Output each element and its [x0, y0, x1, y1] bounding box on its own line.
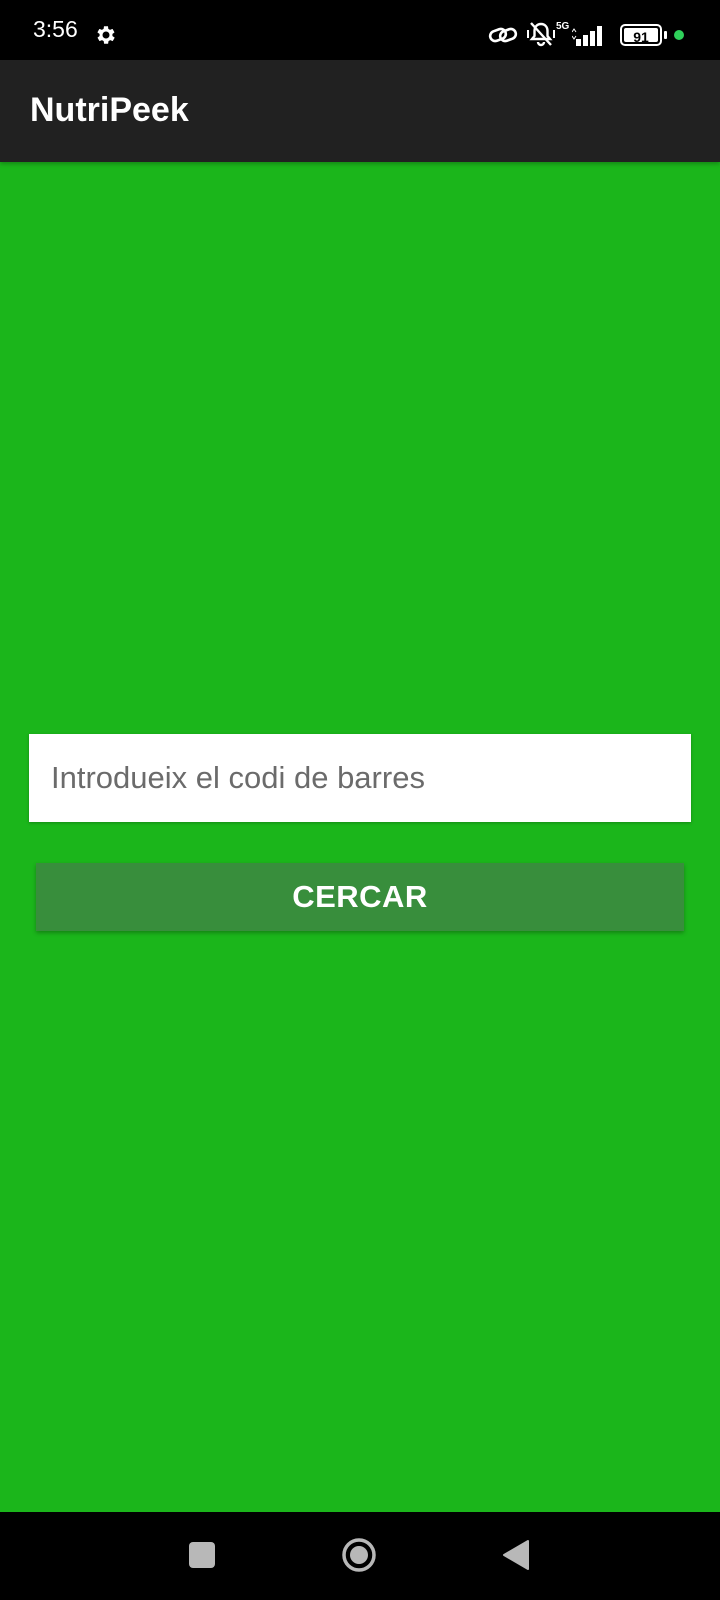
- app-title: NutriPeek: [30, 91, 189, 129]
- battery-icon: 91: [620, 24, 662, 46]
- search-button[interactable]: CERCAR: [36, 863, 684, 931]
- battery-level: 91: [633, 29, 649, 45]
- network-type-label: 5G: [556, 21, 570, 32]
- signal-icon: [572, 26, 602, 46]
- app-bar: NutriPeek: [0, 60, 720, 162]
- battery-tip: [664, 31, 667, 39]
- link-icon: [488, 27, 518, 43]
- settings-gear-icon: [97, 26, 115, 44]
- battery-fill: 91: [624, 28, 658, 45]
- back-icon[interactable]: [502, 1539, 530, 1571]
- recents-icon[interactable]: [189, 1542, 215, 1568]
- status-bar: 3:56 5G 91: [0, 0, 720, 60]
- navigation-bar: [0, 1512, 720, 1600]
- silent-mode-icon: [527, 22, 555, 47]
- barcode-input[interactable]: [29, 734, 691, 822]
- privacy-dot-icon: [674, 30, 684, 40]
- home-icon[interactable]: [341, 1537, 377, 1573]
- status-time: 3:56: [33, 16, 78, 42]
- status-icons: 5G 91: [460, 0, 720, 60]
